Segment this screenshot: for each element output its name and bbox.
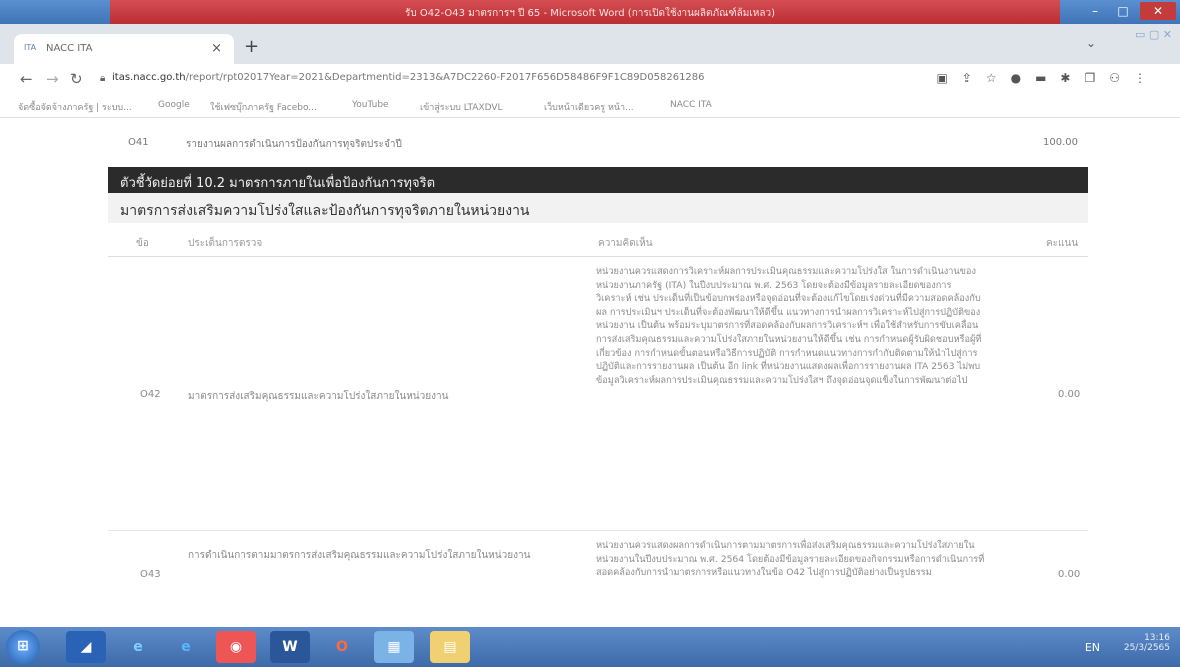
bookmark-item[interactable]: YouTube [352,100,389,110]
forward-icon[interactable]: → [46,70,59,88]
close-tab-icon[interactable]: × [211,41,222,56]
row-comment: หน่วยงานควรแสดงผลการดำเนินการตามมาตรการเ… [596,540,985,579]
row-issue: รายงานผลการดำเนินการป้องกันการทุจริตประจ… [186,139,402,150]
ie-icon[interactable]: e [118,631,158,663]
reload-icon[interactable]: ↻ [70,70,83,88]
office-icon[interactable]: O [322,631,362,663]
browser-window: ITA NACC ITA × + ⌄ ▭ ▢ ✕ ← → ↻ 🔒︎ itas.n… [0,24,1180,627]
tab-nacc-ita[interactable]: ITA NACC ITA × [14,34,234,64]
bookmark-item[interactable]: ใช้เฟซบุ๊กภาครัฐ Facebo... [210,100,317,114]
row-comment: หน่วยงานควรแสดงการวิเคราะห์ผลการประเมินค… [596,266,982,386]
row-score: 0.00 [1058,569,1081,580]
edge-icon[interactable]: e [166,631,206,663]
section-title: มาตรการส่งเสริมความโปร่งใสและป้องกันการท… [108,193,1088,223]
system-tray: EN 13:16 25/3/2565 [1085,633,1170,654]
report-page: O41 รายงานผลการดำเนินการป้องกันการทุจริต… [0,119,1180,627]
address-bar[interactable]: itas.nacc.go.th/report/rpt02017Year=2021… [112,72,812,88]
bookmark-item[interactable]: NACC ITA [670,100,712,110]
header-no: ข้อ [136,238,149,249]
start-button-icon[interactable]: ⊞ [6,630,40,664]
maximize-icon[interactable]: □ [1108,2,1138,20]
header-issue: ประเด็นการตรวจ [188,238,263,249]
new-tab-icon[interactable]: + [244,36,259,57]
minimize-icon[interactable]: – [1080,2,1110,20]
tab-search-chevron-icon[interactable]: ⌄ [1086,36,1096,50]
row-code: O41 [128,137,149,148]
taskbar-app-icon[interactable]: ◢ [66,631,106,663]
table-row: O43 การดำเนินการตามมาตรการส่งเสริมคุณธรร… [108,531,1088,627]
table-row: O42 มาตรการส่งเสริมคุณธรรมและความโปร่งใส… [108,259,1088,531]
table-header: ข้อ ประเด็นการตรวจ ความคิดเห็น คะแนน [108,223,1088,257]
browser-toolbar: ← → ↻ 🔒︎ itas.nacc.go.th/report/rpt02017… [0,64,1180,94]
word-window-title: รับ O42-O43 มาตรการฯ ปี 65 - Microsoft W… [404,8,776,19]
url-host: itas.nacc.go.th [112,72,186,83]
header-comment: ความคิดเห็น [598,238,653,249]
file-explorer-icon[interactable]: ▤ [430,631,470,663]
word-title-bar: รับ O42-O43 มาตรการฯ ปี 65 - Microsoft W… [0,0,1180,24]
subindicator-heading: ตัวชี้วัดย่อยที่ 10.2 มาตรการภายในเพื่อป… [108,167,1088,193]
url-path: /report/rpt02017Year=2021&Departmentid=2… [185,72,705,83]
clock-date[interactable]: 25/3/2565 [1124,643,1170,653]
table-row: O41 รายงานผลการดำเนินการป้องกันการทุจริต… [128,129,1078,159]
row-code: O43 [140,569,161,580]
bookmarks-bar: จัดซื้อจัดจ้างภาครัฐ | ระบบ... Google ใช… [0,94,1180,118]
header-score: คะแนน [1046,238,1079,249]
bookmark-item[interactable]: เข้าสู่ระบบ LTAXDVL [420,100,503,114]
lock-icon[interactable]: 🔒︎ [100,73,105,84]
bookmark-item[interactable]: เว็บหน้าเดียวครู หน้า... [544,100,634,114]
tab-title: NACC ITA [46,43,93,54]
taskbar: ⊞ ◢ e e ◉ W O ▦ ▤ EN 13:16 25/3/2565 [0,627,1180,667]
taskbar-app-icon[interactable]: ▦ [374,631,414,663]
tab-strip: ITA NACC ITA × + ⌄ ▭ ▢ ✕ [0,24,1180,64]
chrome-icon[interactable]: ◉ [216,631,256,663]
bookmark-item[interactable]: Google [158,100,190,110]
row-score: 0.00 [1058,389,1081,400]
row-score: 100.00 [1043,137,1078,148]
browser-window-controls[interactable]: ▭ ▢ ✕ [1135,28,1172,41]
clock-time[interactable]: 13:16 [1124,633,1170,643]
row-code: O42 [140,389,161,400]
back-icon[interactable]: ← [20,70,33,88]
word-icon[interactable]: W [270,631,310,663]
row-issue: มาตรการส่งเสริมคุณธรรมและความโปร่งใสภายใ… [188,391,449,402]
language-indicator[interactable]: EN [1085,641,1100,654]
close-icon[interactable]: ✕ [1140,2,1176,20]
toolbar-extension-icons[interactable]: ▣⇪☆●▬✱❐⚇⋮ [936,71,1160,85]
tab-favicon-icon: ITA [24,43,37,52]
bookmark-item[interactable]: จัดซื้อจัดจ้างภาครัฐ | ระบบ... [18,100,132,114]
row-issue: การดำเนินการตามมาตรการส่งเสริมคุณธรรมและ… [188,550,531,561]
